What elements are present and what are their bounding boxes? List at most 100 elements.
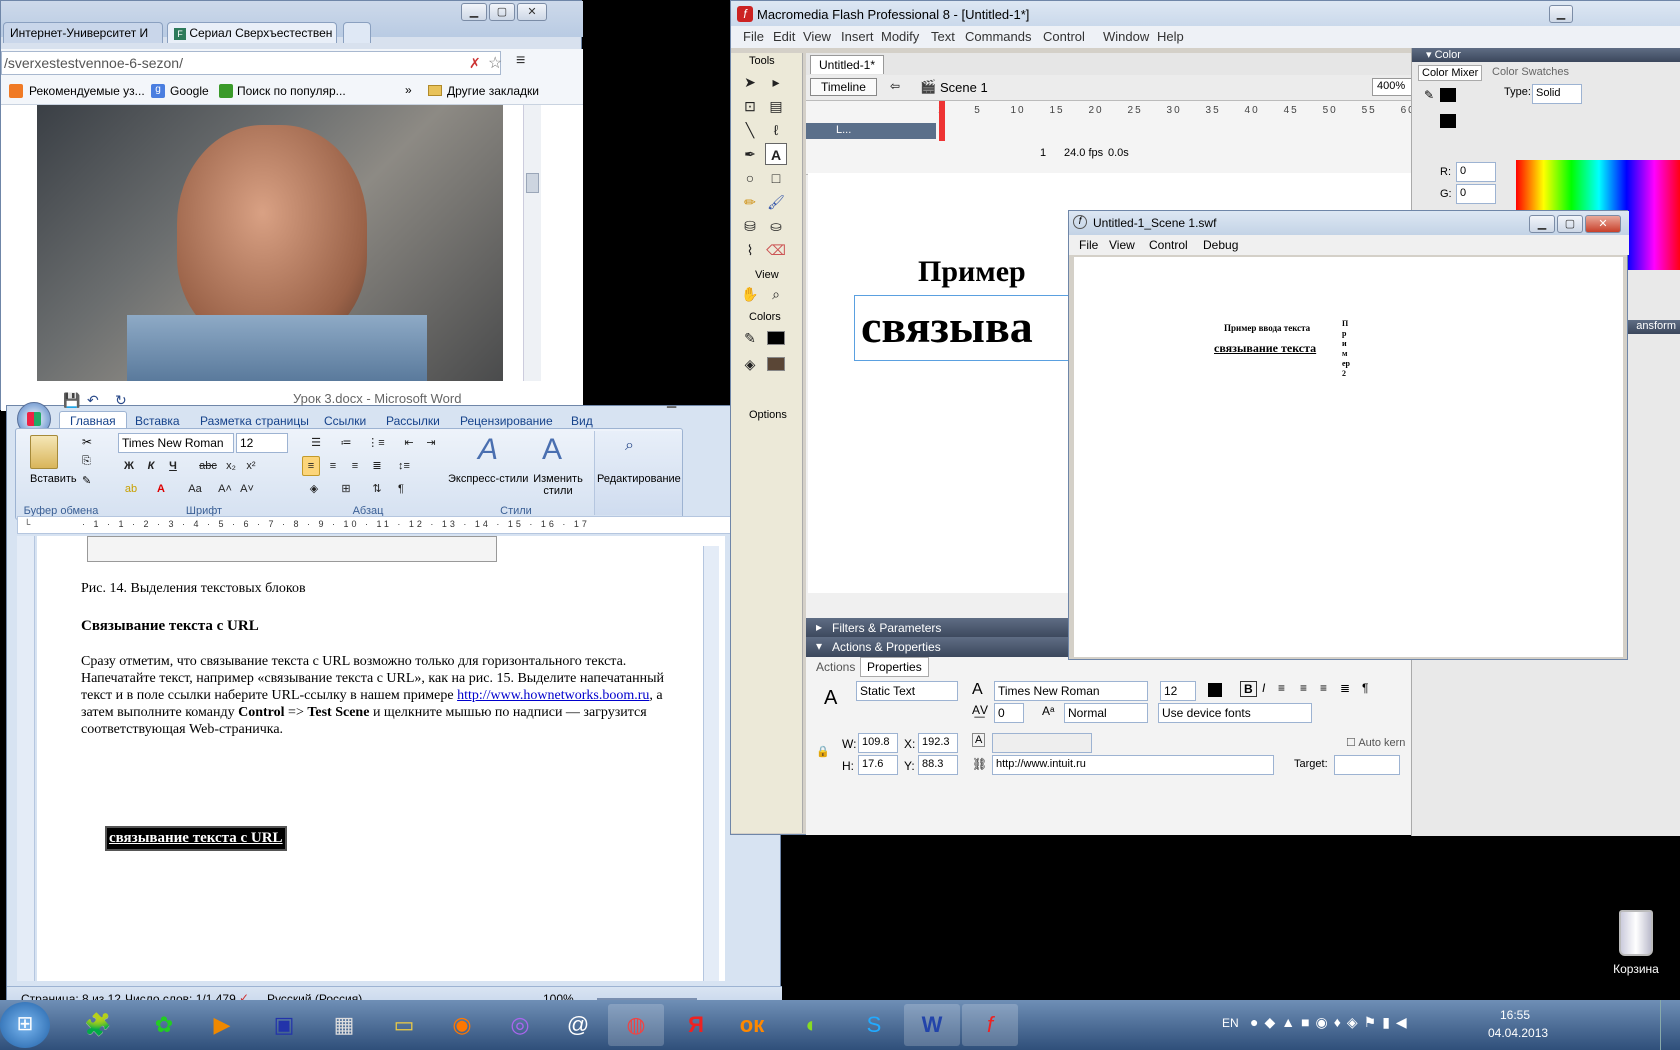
change-styles-button[interactable]: Изменить стили [528,473,588,497]
brush-tool-icon[interactable]: 🖌 [765,191,787,213]
stage-text-field[interactable]: связыва [854,295,1094,361]
menu-window[interactable]: Window [1103,29,1149,44]
subselection-tool-icon[interactable]: ▸ [765,71,787,93]
menu-file[interactable]: File [743,29,764,44]
font-color-icon[interactable]: A [152,479,170,499]
hand-tool-icon[interactable]: ✋ [739,283,761,305]
autokern-checkbox[interactable]: ☐ Auto kern [1346,736,1405,749]
bold-button[interactable]: Ж [120,456,138,476]
multilevel-list-icon[interactable]: ⋮≡ [362,433,390,453]
timeline-button[interactable]: Timeline [810,78,877,96]
pen-tool-icon[interactable]: ✒ [739,143,761,165]
doc-tab[interactable]: Untitled-1* [810,55,885,74]
lasso-tool-icon[interactable]: ℓ [765,119,787,141]
movie-link-text[interactable]: связывание текста [1214,341,1316,356]
minimize-button[interactable]: ▁ [461,3,487,21]
font-size-combo[interactable]: 12 [236,433,288,453]
fill-swatch[interactable] [767,357,785,371]
taskbar-odnoklassniki[interactable]: ок [724,1004,780,1046]
align-right-button[interactable]: ≡ [346,456,364,476]
fill-color-icon[interactable]: ◈ [739,353,761,375]
tab-insert[interactable]: Вставка [135,414,180,428]
undo-icon[interactable]: ↶ [87,392,99,409]
menu-text[interactable]: Text [931,29,955,44]
browser-tab-2[interactable]: F Сериал Сверхъестествен [167,22,337,43]
justify-button[interactable]: ≣ [1340,681,1350,695]
align-right-button[interactable]: ≡ [1320,681,1327,695]
editing-button[interactable]: Редактирование [597,473,681,485]
menu-icon[interactable]: ≡ [516,52,525,70]
browser-tab-1[interactable]: Интернет-Университет И [3,22,163,43]
x-input[interactable]: 192.3 [918,733,958,753]
menu-help[interactable]: Help [1157,29,1184,44]
menu-control[interactable]: Control [1043,29,1085,44]
taskbar-save[interactable]: ▣ [256,1004,312,1046]
letter-spacing-input[interactable]: 0 [994,703,1024,723]
bookmark-item[interactable]: Google [170,84,209,98]
rectangle-tool-icon[interactable]: □ [765,167,787,189]
sort-icon[interactable]: ⇅ [368,479,386,499]
text-type-combo[interactable]: Static Text [856,681,958,701]
font-name-combo[interactable]: Times New Roman [118,433,234,453]
text-color-swatch[interactable] [1208,683,1222,697]
cancel-icon[interactable]: ✗ [469,55,481,72]
new-tab-button[interactable] [343,22,371,43]
baseline-combo[interactable]: Normal [1064,703,1148,723]
menu-edit[interactable]: Edit [773,29,795,44]
strikethrough-button[interactable]: abc [196,456,220,476]
express-styles-button[interactable]: Экспресс-стили [448,473,528,485]
taskbar-flash[interactable]: f [962,1004,1018,1046]
minimize-button[interactable]: ▁ [1529,215,1555,233]
zoom-tool-icon[interactable]: ⌕ [765,283,787,305]
lock-icon[interactable]: 🔒 [816,745,830,758]
fill-color-swatch[interactable] [1440,114,1456,128]
font-size-combo[interactable]: 12 [1160,681,1196,701]
tab-color-swatches[interactable]: Color Swatches [1492,66,1569,78]
cut-icon[interactable]: ✂ [82,435,92,449]
oval-tool-icon[interactable]: ○ [739,167,761,189]
red-input[interactable]: 0 [1456,162,1496,182]
shrink-font-button[interactable]: A˅ [238,479,256,499]
minimize-button[interactable]: ▁ [1549,5,1573,23]
maximize-button[interactable]: ▢ [1557,215,1583,233]
tab-actions[interactable]: Actions [810,659,861,675]
vertical-scrollbar[interactable] [703,546,719,981]
highlight-icon[interactable]: ab [120,479,142,499]
other-bookmarks[interactable]: Другие закладки [447,84,539,98]
align-left-button[interactable]: ≡ [1278,681,1285,695]
increase-indent-icon[interactable]: ⇥ [422,433,440,453]
underline-button[interactable]: Ч [164,456,182,476]
tray-icons[interactable]: ●◆▲■◉♦◈⚑▮◀ [1250,1014,1413,1031]
bullets-icon[interactable]: ☰ [302,433,330,453]
taskbar-icq[interactable]: ✿ [136,1004,192,1046]
eyedropper-icon[interactable]: ⌇ [739,239,761,261]
frame-ruler[interactable]: 1 5 10 15 20 25 30 35 40 45 50 55 60 65 [938,101,1458,121]
y-input[interactable]: 88.3 [918,755,958,775]
close-button[interactable]: ✕ [1585,215,1621,233]
layer-row[interactable]: L... [806,123,936,139]
frame-rate[interactable]: 24.0 fps [1064,147,1103,159]
clock-date[interactable]: 04.04.2013 [1488,1026,1548,1040]
stroke-color-swatch[interactable] [1440,88,1456,102]
taskbar-app-2[interactable]: ◐ [784,1004,840,1046]
italic-button[interactable]: I [1262,681,1265,695]
subscript-button[interactable]: x₂ [222,456,240,476]
clipboard-icon[interactable] [30,435,58,469]
change-styles-icon[interactable]: A [542,433,562,467]
menu-view[interactable]: View [803,29,831,44]
align-center-button[interactable]: ≡ [1300,681,1307,695]
bookmark-item[interactable]: Рекомендуемые уз... [29,84,145,98]
line-spacing-icon[interactable]: ↕≡ [392,456,416,476]
tab-view[interactable]: Вид [571,414,593,428]
target-combo[interactable] [1334,755,1400,775]
shading-icon[interactable]: ◈ [302,479,326,499]
ink-bottle-icon[interactable]: ⛁ [739,215,761,237]
decrease-indent-icon[interactable]: ⇤ [400,433,418,453]
minimize-button[interactable]: ▁ [667,394,676,408]
redo-icon[interactable]: ↻ [115,392,127,409]
swf-movie-area[interactable]: Пример ввода текста связывание текста Пр… [1074,257,1623,657]
close-button[interactable]: ✕ [517,3,547,21]
menu-insert[interactable]: Insert [841,29,874,44]
recycle-bin[interactable]: Корзина [1600,910,1672,982]
change-case-button[interactable]: Aa [184,479,206,499]
